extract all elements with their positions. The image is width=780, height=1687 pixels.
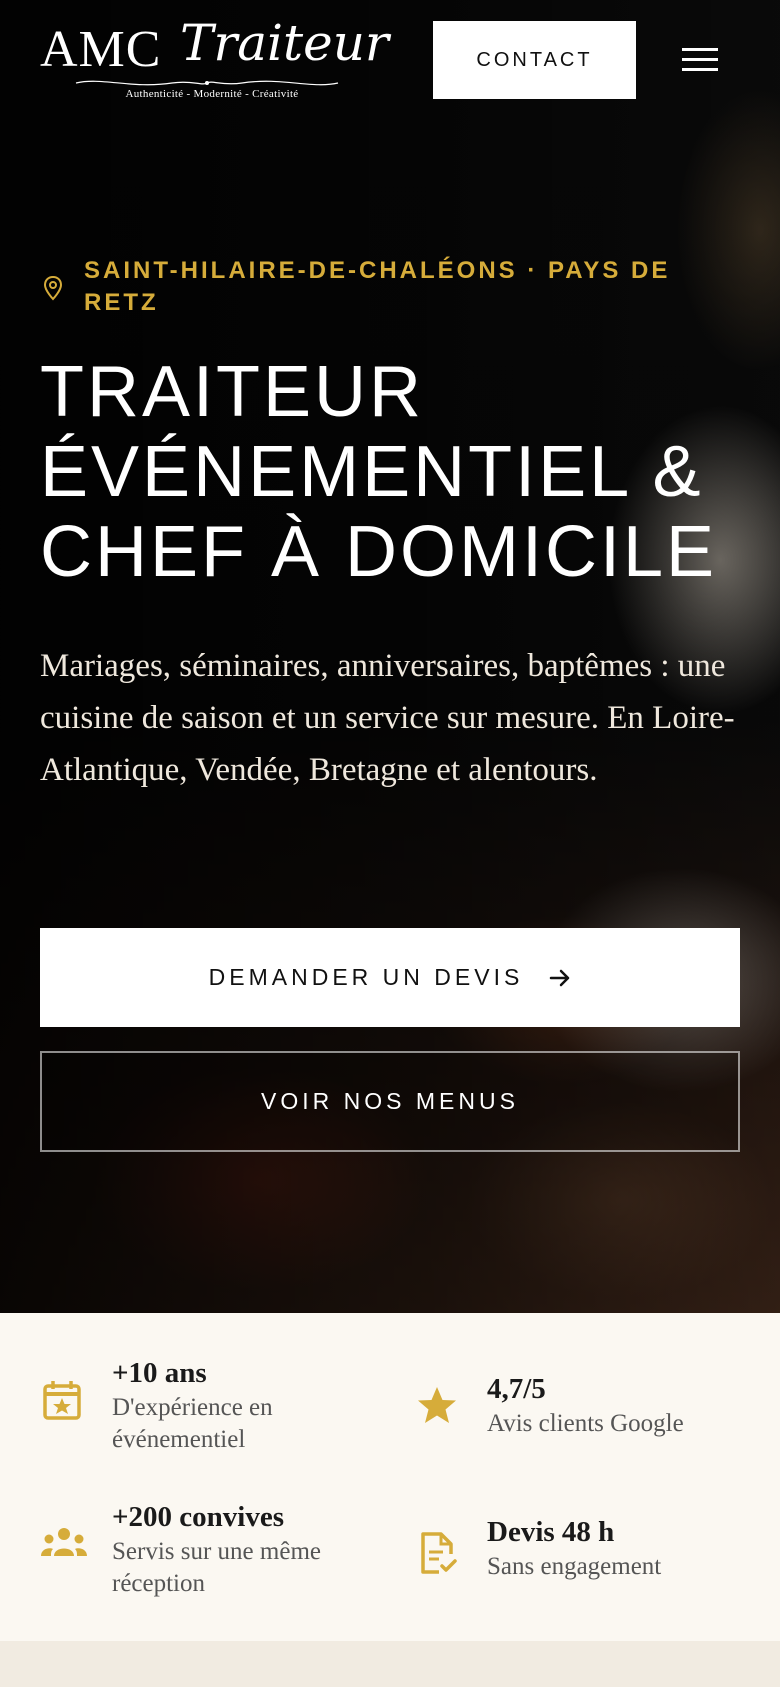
site-logo[interactable]: AMC Traiteur Authenticité - Modernité - … (40, 18, 389, 102)
view-menus-button[interactable]: VOIR NOS MENUS (40, 1051, 740, 1152)
calendar-star-icon (43, 1381, 81, 1420)
stat-label: Sans engagement (487, 1553, 662, 1580)
request-quote-button[interactable]: DEMANDER UN DEVIS (40, 928, 740, 1027)
stat-rating: 4,7/5 Avis clients Google (415, 1372, 755, 1452)
hero-title: TRAITEUR ÉVÉNEMENTIEL & CHEF À DOMICILE (40, 352, 718, 592)
stat-value: +10 ans (112, 1357, 207, 1389)
stat-value: Devis 48 h (487, 1516, 615, 1548)
star-icon (418, 1387, 456, 1423)
stat-label: Servis sur une même réception (112, 1538, 321, 1597)
stat-label: D'expérience en événementiel (112, 1394, 273, 1453)
stat-value: +200 convives (112, 1501, 284, 1533)
stats-section: +10 ans D'expérience en événementiel 4,7… (0, 1313, 780, 1641)
logo-tagline: Authenticité - Modernité - Créativité (125, 88, 299, 100)
hamburger-menu-icon[interactable] (680, 44, 720, 76)
arrow-right-icon (550, 969, 570, 986)
stat-guests: +200 convives Servis sur une même récept… (40, 1500, 380, 1600)
stat-experience: +10 ans D'expérience en événementiel (40, 1356, 380, 1456)
group-icon (41, 1528, 87, 1556)
logo-brand: AMC (40, 21, 162, 78)
request-quote-label: DEMANDER UN DEVIS (208, 964, 524, 990)
hero-description: Mariages, séminaires, anniversaires, bap… (40, 648, 735, 788)
document-check-icon (421, 1532, 457, 1574)
map-pin-icon (43, 275, 63, 301)
hero-section: AMC Traiteur Authenticité - Modernité - … (0, 0, 780, 1313)
location-text: SAINT-HILAIRE-DE-CHALÉONS · PAYS DE RETZ (84, 257, 671, 316)
stat-label: Avis clients Google (487, 1410, 684, 1437)
contact-button[interactable]: CONTACT (433, 21, 636, 99)
stat-quote: Devis 48 h Sans engagement (415, 1515, 755, 1595)
logo-name: Traiteur (180, 14, 389, 72)
stat-value: 4,7/5 (487, 1373, 546, 1405)
next-section-edge (0, 1641, 780, 1687)
